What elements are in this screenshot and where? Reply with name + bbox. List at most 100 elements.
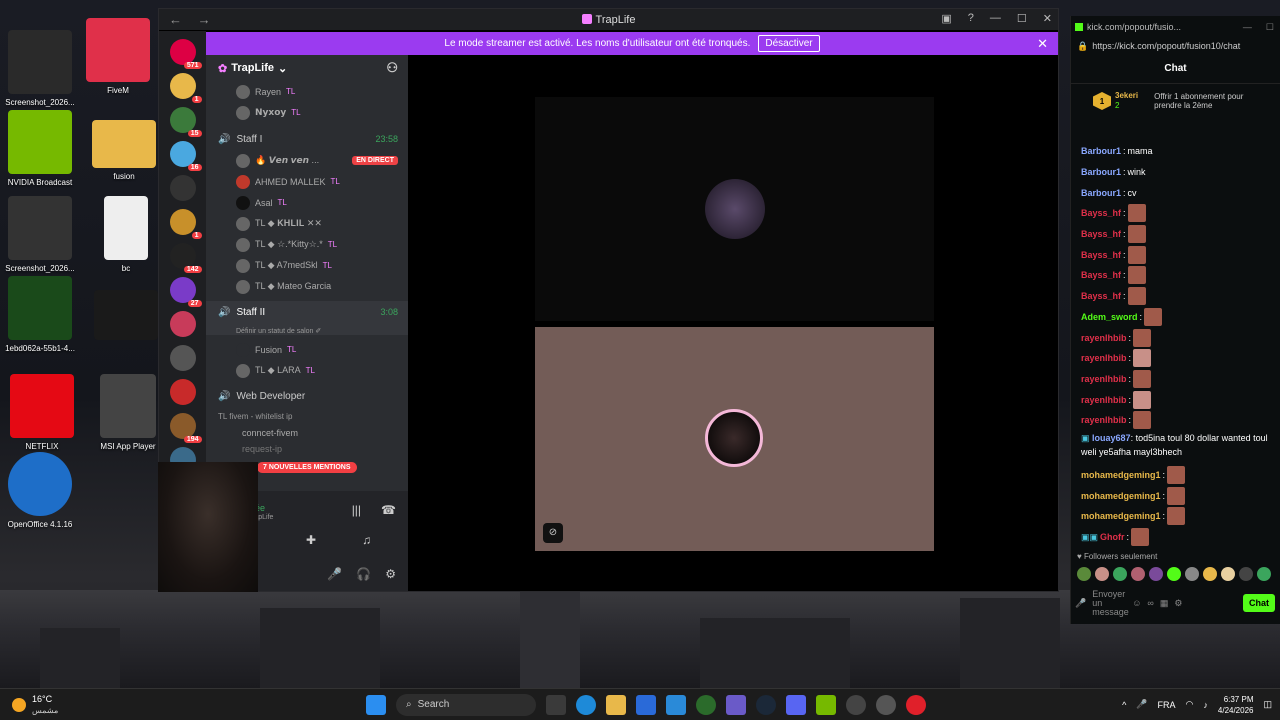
emote-icon[interactable]	[1167, 567, 1181, 581]
soundboard-icon[interactable]: ♫	[362, 533, 371, 547]
chevron-up-icon[interactable]: ^	[1122, 700, 1126, 710]
chat-message[interactable]: mohamedgeming1:	[1081, 485, 1276, 506]
banner-close-icon[interactable]: ✕	[1037, 36, 1048, 52]
outlook-icon[interactable]	[636, 694, 656, 715]
emote-icon[interactable]	[1113, 567, 1127, 581]
maximize-button[interactable]: ☐	[1017, 12, 1027, 25]
channel-status[interactable]: Définir un statut de salon ✐	[206, 323, 408, 335]
voice-user[interactable]: 𝗡𝘆𝘅𝗼𝘆 TL	[206, 102, 408, 123]
desktop-icon-1ebd062a[interactable]: 1ebd062a-55b1-4...	[0, 276, 80, 353]
server-icon[interactable]	[169, 175, 196, 201]
windows-start-icon[interactable]	[366, 694, 386, 715]
xbox-icon[interactable]	[696, 694, 716, 715]
voice-user[interactable]: TL ◆ ☆.*Kitty☆.* TL	[206, 234, 408, 255]
wifi-icon[interactable]: ◠	[1186, 699, 1194, 710]
server-header[interactable]: ✿ TrapLife ⌄ ⚇	[206, 55, 408, 81]
inbox-icon[interactable]: ▣	[941, 12, 951, 25]
link-icon[interactable]: ∞	[1147, 598, 1153, 608]
server-icon[interactable]: 142	[169, 243, 202, 273]
maximize-button[interactable]: ☐	[1266, 22, 1274, 33]
store-icon[interactable]	[666, 694, 686, 715]
voice-user[interactable]: 🔥 𝙑𝙚𝙣 𝙫𝙚𝙣 ... EN DIRECT	[206, 150, 408, 171]
chat-message[interactable]: mohamedgeming1:	[1081, 465, 1276, 486]
opera-icon[interactable]	[906, 694, 926, 715]
settings-icon[interactable]	[876, 694, 896, 715]
server-icon[interactable]	[169, 379, 196, 405]
voice-user[interactable]: Rayen TL	[206, 81, 408, 102]
chat-message[interactable]: Bayss_hf:	[1081, 265, 1276, 286]
category-fivem[interactable]: TL fivem - whitelist ip	[206, 407, 408, 425]
settings-icon[interactable]: ⚙	[385, 567, 396, 581]
add-member-icon[interactable]: ⚇	[386, 60, 398, 76]
calendar-icon[interactable]: ▦	[1160, 598, 1169, 609]
chat-message[interactable]: rayenlhbib:	[1081, 369, 1276, 390]
channel-conncet-fivem[interactable]: conncet-fivem	[206, 425, 408, 441]
channel-request-ip[interactable]: request-ip	[206, 441, 408, 457]
server-icon[interactable]: 15	[169, 107, 202, 137]
close-button[interactable]: ✕	[1043, 12, 1052, 25]
settings-icon[interactable]: ⚙	[1174, 598, 1182, 609]
chat-message[interactable]: rayenlhbib:	[1081, 410, 1276, 431]
chat-message[interactable]: rayenlhbib:	[1081, 348, 1276, 369]
voice-user[interactable]: TL ◆ A7medSkl TL	[206, 255, 408, 276]
voice-user[interactable]: AHMED MALLEK TL	[206, 171, 408, 192]
voice-channel-staff-1[interactable]: 🔊 Staff I 23:58	[206, 128, 408, 150]
desktop-icon-fusion-folder[interactable]: fusion	[84, 120, 164, 181]
headphones-icon[interactable]: 🎧	[356, 567, 371, 581]
nvidia-icon[interactable]	[816, 694, 836, 715]
task-view-icon[interactable]	[546, 694, 566, 715]
chat-message[interactable]: rayenlhbib:	[1081, 327, 1276, 348]
emote-icon[interactable]	[1203, 567, 1217, 581]
emote-icon[interactable]	[1131, 567, 1145, 581]
desktop-icon-screenshot-1[interactable]: Screenshot_2026...	[0, 30, 80, 107]
help-icon[interactable]: ?	[968, 12, 974, 25]
minimize-button[interactable]: —	[990, 12, 1001, 25]
chat-message[interactable]: Barbour1: wink	[1081, 162, 1276, 183]
taskbar-search[interactable]: ⌕ Search	[396, 693, 536, 716]
microphone-icon[interactable]: 🎤	[1136, 699, 1147, 710]
send-chat-button[interactable]: Chat	[1243, 594, 1275, 612]
server-icon[interactable]: 16	[169, 141, 202, 171]
discord-icon[interactable]	[786, 694, 806, 715]
file-explorer-icon[interactable]	[606, 694, 626, 715]
voice-user[interactable]: Fusion TL	[206, 339, 408, 360]
chat-message[interactable]: Bayss_hf:	[1081, 286, 1276, 307]
minimize-button[interactable]: —	[1243, 22, 1252, 33]
new-mentions-badge[interactable]: 7 NOUVELLES MENTIONS	[257, 462, 357, 473]
emote-icon[interactable]	[1221, 567, 1235, 581]
emote-icon[interactable]	[1257, 567, 1271, 581]
server-icon[interactable]: 1	[169, 73, 202, 103]
chat-message[interactable]: ▣▣ Ghofr:	[1081, 527, 1276, 548]
voice-user[interactable]: TL ◆ Mateo Garcia	[206, 276, 408, 297]
chat-message[interactable]: Barbour1: mama	[1081, 141, 1276, 162]
chat-message[interactable]: Adem_sword:	[1081, 307, 1276, 328]
server-icon[interactable]: 571	[169, 39, 202, 69]
clock[interactable]: 6:37 PM 4/24/2026	[1218, 694, 1254, 716]
chat-message[interactable]: Bayss_hf:	[1081, 244, 1276, 265]
disable-streamer-button[interactable]: Désactiver	[758, 35, 820, 52]
emote-icon[interactable]	[1095, 567, 1109, 581]
microphone-icon[interactable]: 🎤	[327, 567, 342, 581]
activities-icon[interactable]: ✚	[306, 533, 316, 547]
chat-message[interactable]: rayenlhbib:	[1081, 389, 1276, 410]
emoji-icon[interactable]: ☺	[1132, 598, 1141, 608]
emote-icon[interactable]	[1185, 567, 1199, 581]
gift-leaderboard[interactable]: 1 3ekeri 2 Offrir 1 abonnement pour pren…	[1071, 84, 1280, 118]
app-icon[interactable]	[846, 694, 866, 715]
desktop-icon-fusion[interactable]	[86, 290, 166, 344]
desktop-icon-bc[interactable]: bc	[86, 196, 166, 273]
chat-message[interactable]: Bayss_hf:	[1081, 203, 1276, 224]
server-icon[interactable]	[169, 345, 196, 371]
microphone-icon[interactable]: 🎤	[1075, 598, 1086, 609]
chat-input[interactable]: 🎤 Envoyer un message ☺ ∞ ▦ ⚙ Chat	[1075, 588, 1275, 618]
video-tile[interactable]	[535, 97, 934, 321]
desktop-icon-netflix[interactable]: NETFLIX	[2, 374, 82, 451]
voice-user[interactable]: TL ◆ LARA TL	[206, 360, 408, 381]
emote-icon[interactable]	[1149, 567, 1163, 581]
steam-icon[interactable]	[756, 694, 776, 715]
volume-icon[interactable]: ♪	[1203, 700, 1208, 710]
emote-icon[interactable]	[1239, 567, 1253, 581]
desktop-icon-openoffice[interactable]: OpenOffice 4.1.16	[0, 452, 80, 529]
voice-channel-staff-2[interactable]: 🔊 Staff II 3:08	[206, 301, 408, 323]
noise-suppression-icon[interactable]: |||	[352, 503, 361, 517]
